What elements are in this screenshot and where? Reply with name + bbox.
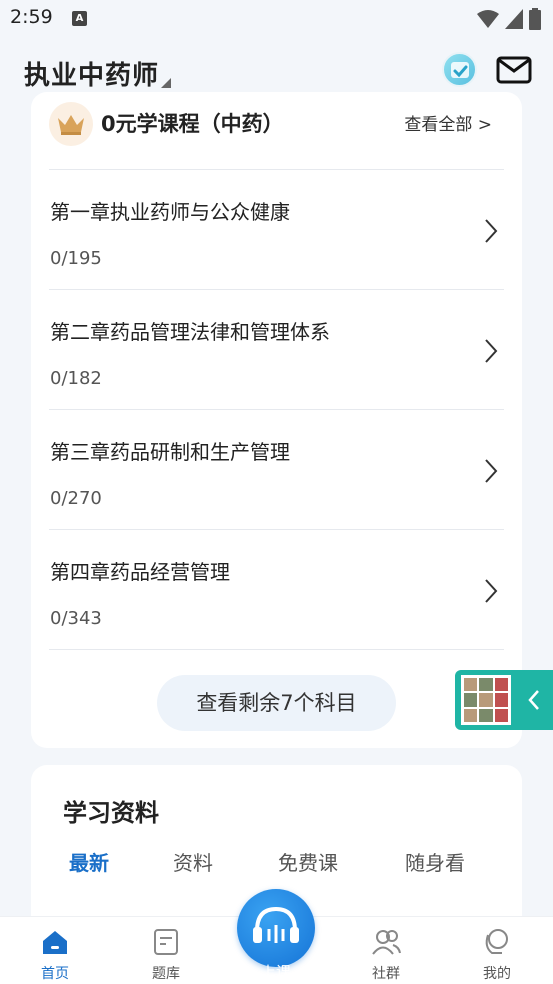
tab-latest[interactable]: 最新: [69, 847, 109, 876]
chapter-progress: 0/182: [50, 368, 102, 389]
battery-icon: [529, 8, 541, 30]
tab-free-courses[interactable]: 免费课: [278, 847, 338, 876]
view-remaining-subjects-button[interactable]: 查看剩余7个科目: [157, 675, 396, 731]
tab-materials[interactable]: 资料: [173, 847, 213, 876]
list-item[interactable]: 第一章执业药师与公众健康 0/195: [49, 169, 504, 289]
materials-tabs: 最新 资料 免费课 随身看: [69, 847, 484, 887]
signal-icon: [505, 9, 523, 29]
nav-home[interactable]: 首页: [15, 917, 95, 984]
nav-profile[interactable]: 我的: [457, 917, 537, 984]
chevron-right-icon: [485, 459, 498, 483]
community-icon: [372, 930, 401, 955]
materials-heading: 学习资料: [63, 799, 159, 827]
chevron-right-icon: [485, 339, 498, 363]
chevron-left-icon[interactable]: [527, 688, 541, 712]
course-chapter-list: 第一章执业药师与公众健康 0/195 第二章药品管理法律和管理体系 0/182 …: [49, 169, 504, 649]
divider: [49, 649, 504, 650]
tab-portable[interactable]: 随身看: [405, 847, 465, 876]
nav-question-bank[interactable]: 题库: [126, 917, 206, 984]
course-card-header: 0元学课程（中药） 查看全部 >: [49, 102, 504, 146]
system-icons: [477, 8, 541, 30]
list-item[interactable]: 第二章药品管理法律和管理体系 0/182: [49, 289, 504, 409]
chapter-name: 第三章药品研制和生产管理: [50, 440, 290, 464]
nav-home-label: 首页: [41, 966, 69, 982]
mail-icon[interactable]: [496, 56, 532, 84]
list-item[interactable]: 第四章药品经营管理 0/343: [49, 529, 504, 649]
chapter-name: 第一章执业药师与公众健康: [50, 200, 290, 224]
chapter-progress: 0/343: [50, 608, 102, 629]
free-course-card: 0元学课程（中药） 查看全部 > 第一章执业药师与公众健康 0/195 第二章药…: [31, 92, 522, 748]
chapter-progress: 0/195: [50, 248, 102, 269]
chapter-progress: 0/270: [50, 488, 102, 509]
nav-profile-label: 我的: [483, 966, 511, 982]
status-time: 2:59: [10, 6, 53, 28]
nav-class-label: 上课: [260, 963, 291, 981]
status-bar: 2:59 A: [0, 0, 553, 38]
chevron-right-icon: [485, 579, 498, 603]
calendar-check-icon: [451, 62, 469, 78]
crown-icon: [49, 102, 93, 146]
wifi-icon: [477, 10, 499, 28]
headphones-icon: [253, 906, 299, 943]
notification-a-icon: A: [72, 11, 87, 26]
floating-promo-widget[interactable]: [455, 670, 553, 730]
see-all-link[interactable]: 查看全部 >: [404, 110, 492, 135]
dropdown-caret-icon[interactable]: [161, 78, 171, 88]
nav-community-label: 社群: [372, 966, 400, 982]
exam-selector-title[interactable]: 执业中药师: [24, 55, 159, 92]
chevron-right-icon: [485, 219, 498, 243]
list-item[interactable]: 第三章药品研制和生产管理 0/270: [49, 409, 504, 529]
promo-thumbnail: [461, 675, 511, 725]
checkin-calendar-icon[interactable]: [442, 52, 477, 87]
course-card-title: 0元学课程（中药）: [101, 112, 284, 136]
chapter-name: 第二章药品管理法律和管理体系: [50, 320, 330, 344]
chapter-name: 第四章药品经营管理: [50, 560, 230, 584]
question-bank-icon: [154, 929, 178, 955]
profile-icon: [485, 929, 508, 954]
nav-class-button[interactable]: [237, 889, 315, 967]
nav-question-bank-label: 题库: [152, 966, 180, 982]
nav-community[interactable]: 社群: [346, 917, 426, 984]
home-icon: [43, 931, 67, 954]
